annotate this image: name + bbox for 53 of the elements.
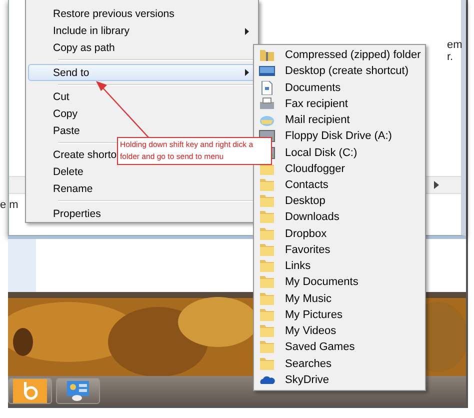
menu-item[interactable]: Include in library (28, 22, 256, 40)
menu-item[interactable]: Fax recipient (256, 96, 423, 112)
folder-icon (259, 308, 275, 322)
menu-item[interactable]: Compressed (zipped) folder (256, 47, 423, 64)
menu-item[interactable]: Favorites (256, 242, 423, 258)
menu-item[interactable]: Dropbox (256, 226, 423, 242)
folder-icon (259, 259, 275, 274)
menu-item[interactable]: Copy (28, 106, 256, 122)
fax-icon (259, 96, 275, 111)
folder-icon (259, 356, 275, 371)
menu-item[interactable]: Desktop (256, 193, 423, 210)
partial-text: em (447, 39, 462, 51)
menu-item[interactable]: Properties (28, 205, 256, 222)
partial-text: r. (447, 51, 454, 63)
folder-icon (259, 210, 275, 224)
menu-item[interactable]: Downloads (256, 209, 423, 226)
taskbar-button[interactable] (56, 378, 100, 404)
menu-item[interactable]: Saved Games (256, 339, 423, 356)
menu-item[interactable]: Searches (256, 355, 423, 372)
menu-item[interactable]: My Music (256, 290, 423, 307)
menu-item[interactable]: Documents (256, 79, 423, 96)
menu-item[interactable]: My Documents (256, 274, 423, 291)
menu-item[interactable]: Cut (28, 88, 256, 106)
desktop-icon (259, 64, 275, 78)
document-icon (259, 80, 275, 95)
folder-icon (259, 242, 275, 257)
folder-icon (259, 292, 275, 306)
menu-item[interactable]: Contacts (256, 176, 423, 194)
menu-item[interactable]: Rename (28, 180, 256, 198)
folder-icon (259, 340, 275, 354)
mail-icon (259, 113, 275, 128)
menu-item[interactable]: Paste (28, 122, 256, 140)
menu-item[interactable]: SkyDrive (256, 372, 423, 388)
menu-item[interactable]: Desktop (create shortcut) (256, 63, 423, 80)
taskbar-button[interactable] (8, 378, 52, 404)
menu-item[interactable]: Restore previous versions (28, 6, 256, 23)
folder-icon (259, 194, 275, 208)
control-panel-icon (65, 380, 91, 402)
zip-folder-icon (259, 48, 275, 62)
folder-icon (259, 178, 275, 192)
menu-item[interactable]: My Videos (256, 322, 423, 340)
menu-item[interactable]: Delete (28, 164, 256, 181)
menu-item[interactable]: Send to (28, 64, 256, 81)
folder-icon (259, 226, 275, 241)
folder-icon (259, 324, 275, 338)
app-logo-icon (13, 379, 47, 403)
folder-icon (259, 275, 275, 290)
menu-item[interactable]: Links (256, 258, 423, 274)
partial-text: e m (0, 199, 18, 211)
menu-item[interactable]: Copy as path (28, 40, 256, 56)
scroll-right-icon[interactable] (434, 181, 439, 189)
menu-item[interactable]: Mail recipient (256, 112, 423, 128)
menu-item[interactable]: My Pictures (256, 306, 423, 323)
